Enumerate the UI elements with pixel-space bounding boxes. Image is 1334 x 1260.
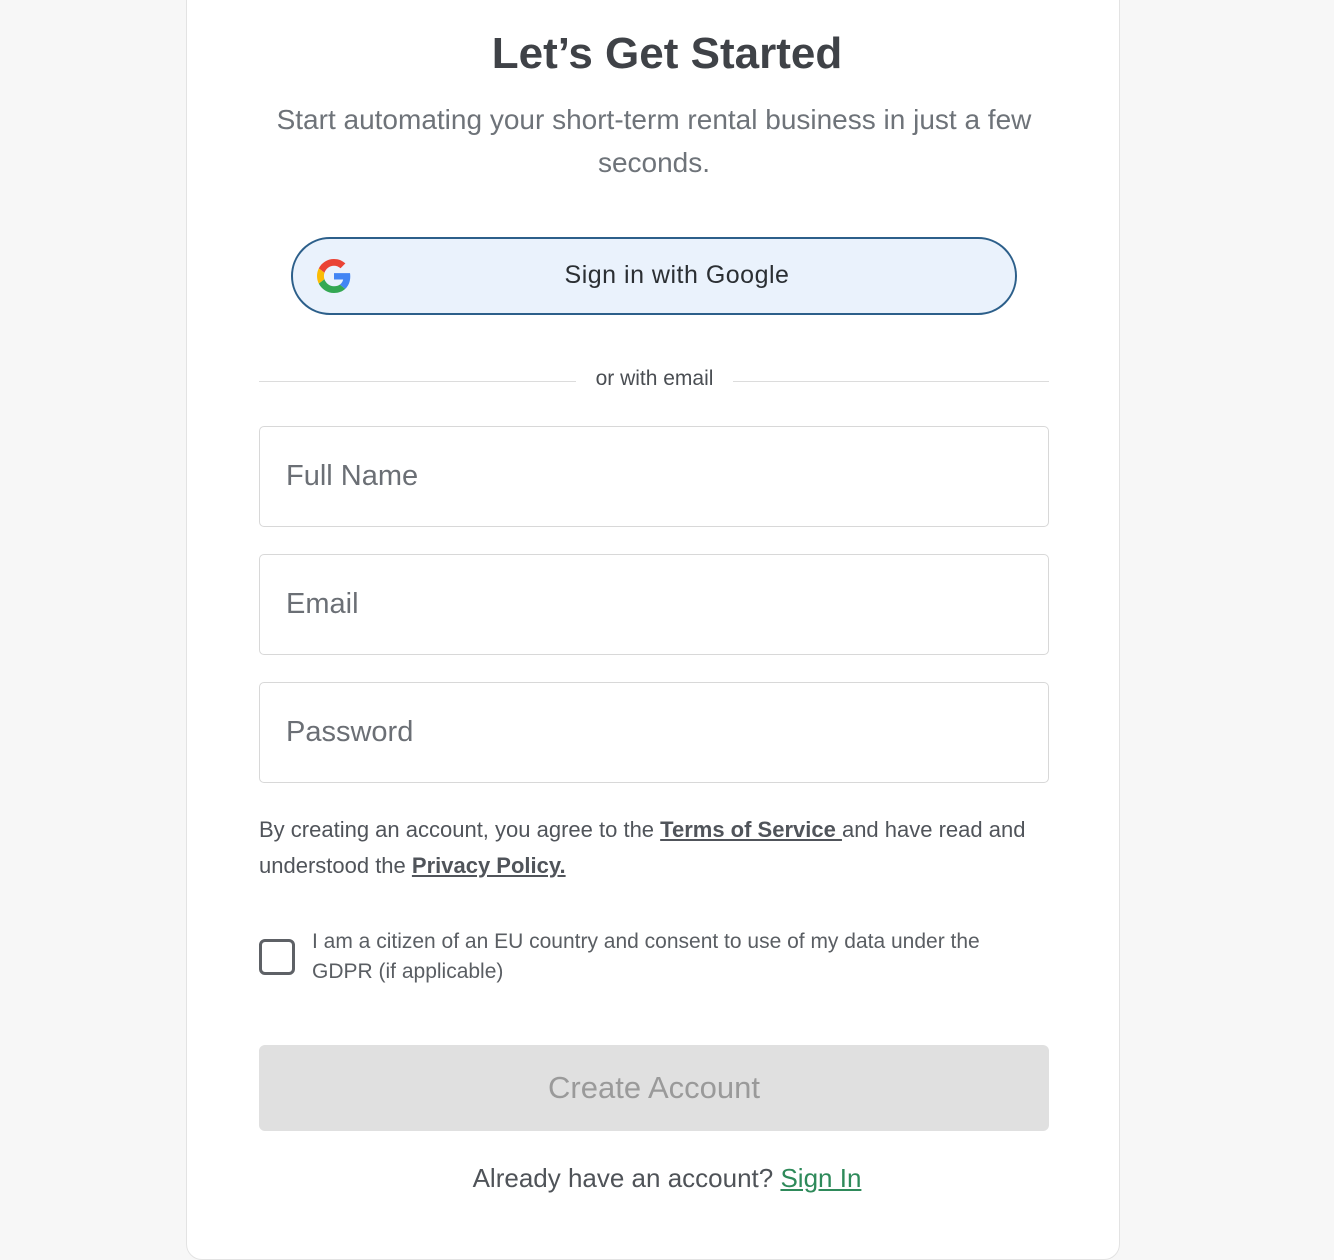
privacy-policy-link[interactable]: Privacy Policy. (412, 853, 566, 878)
divider-line-left (259, 381, 576, 382)
signin-prompt: Already have an account? Sign In (0, 1162, 1334, 1194)
signin-prompt-text: Already have an account? (472, 1163, 781, 1193)
divider-text: or with email (595, 367, 714, 390)
terms-prefix: By creating an account, you agree to the (259, 817, 661, 842)
gdpr-checkbox[interactable] (259, 939, 295, 975)
terms-notice: By creating an account, you agree to the… (259, 812, 1049, 884)
google-signin-label: Sign in with Google (564, 261, 790, 289)
page-subtitle: Start automating your short-term rental … (276, 104, 1032, 178)
gdpr-consent-label: I am a citizen of an EU country and cons… (312, 930, 980, 983)
google-signin-button[interactable]: Sign in with Google (291, 237, 1017, 315)
create-account-button[interactable]: Create Account (259, 1045, 1049, 1131)
email-field[interactable] (259, 554, 1049, 655)
full-name-field[interactable] (259, 426, 1049, 527)
password-field[interactable] (259, 682, 1049, 783)
signin-link[interactable]: Sign In (780, 1163, 861, 1193)
divider-line-right (733, 381, 1049, 382)
terms-of-service-link[interactable]: Terms of Service (660, 817, 842, 842)
page-title: Let’s Get Started (491, 29, 843, 78)
